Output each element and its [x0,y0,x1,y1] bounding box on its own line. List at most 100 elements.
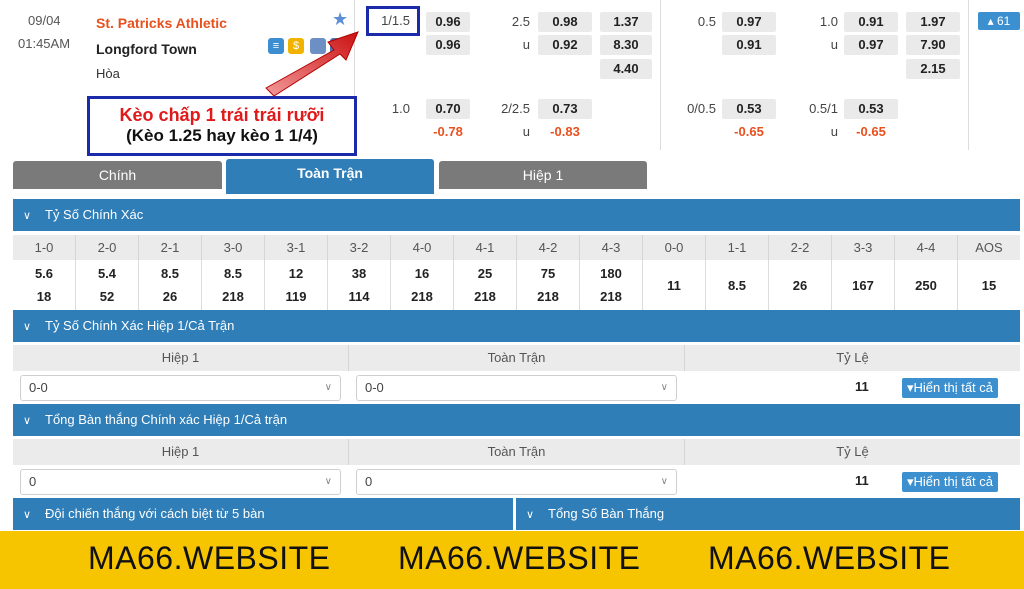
score-odd-top[interactable]: 180 [580,262,642,285]
h1-1x2-away[interactable]: 7.90 [906,35,960,55]
section-win-margin[interactable]: ∨ Đội chiến thắng với cách biệt từ 5 bàn [13,498,513,530]
score-cell[interactable]: 180 218 [580,260,643,310]
alt-ft-handicap-line: 1.0 [391,101,410,116]
score-odd-bottom[interactable]: 218 [517,285,579,308]
ft-1x2-away[interactable]: 8.30 [600,35,652,55]
draw-label: Hòa [96,66,120,81]
score-cell[interactable]: 15 [958,260,1020,310]
show-all-button[interactable]: ▾Hiển thị tất cả [902,472,999,492]
h1-handicap-away[interactable]: 0.91 [722,35,776,55]
alt-h1-ou-over[interactable]: 0.53 [844,99,898,119]
score-odd-bottom[interactable]: 218 [202,285,264,308]
more-markets-badge[interactable]: ▴ 61 [978,12,1020,30]
score-odd-bottom[interactable]: 26 [139,285,201,308]
half-time-goals-select[interactable]: 0 ∨ [20,469,341,495]
alt-h1-ou-under[interactable]: -0.65 [844,122,898,142]
score-odd-top[interactable]: 8.5 [139,262,201,285]
ft-ou-over[interactable]: 0.98 [538,12,592,32]
correct-score-values: 5.6 18 5.4 52 8.5 26 8.5 218 12 119 38 114 16 2… [13,260,1020,310]
score-cell[interactable]: 5.4 52 [76,260,139,310]
select-value: 0 [365,474,373,489]
half-time-score-select[interactable]: 0-0 ∨ [20,375,341,401]
h1-ou-over[interactable]: 0.91 [844,12,898,32]
score-odd-bottom[interactable]: 18 [13,285,75,308]
annotation-line-1: Kèo chấp 1 trái trái rưỡi [119,105,325,125]
score-cell[interactable]: 25 218 [454,260,517,310]
score-odd[interactable]: 8.5 [706,274,768,297]
ft-1x2-home[interactable]: 1.37 [600,12,652,32]
alt-ft-ou-over[interactable]: 0.73 [538,99,592,119]
score-odd-top[interactable]: 75 [517,262,579,285]
score-cell[interactable]: 167 [832,260,895,310]
score-odd-top[interactable]: 5.6 [13,262,75,285]
alt-ft-handicap-home[interactable]: 0.70 [426,99,470,119]
score-odd-top[interactable]: 12 [265,262,327,285]
alt-h1-handicap-away[interactable]: -0.65 [722,122,776,142]
alt-h1-handicap-home[interactable]: 0.53 [722,99,776,119]
h1-ou-under[interactable]: 0.97 [844,35,898,55]
score-cell[interactable]: 11 [643,260,706,310]
score-header: 0-0 [643,235,706,260]
score-odd-bottom[interactable]: 218 [391,285,453,308]
score-cell[interactable]: 26 [769,260,832,310]
section-total-goals[interactable]: ∨ Tổng Số Bàn Thắng [516,498,1020,530]
alt-ft-ou-u: u [522,124,530,139]
score-odd[interactable]: 15 [958,274,1020,297]
section-ht-ft-goals[interactable]: ∨ Tổng Bàn thắng Chính xác Hiệp 1/Cả trận [13,404,1020,436]
score-header: 3-3 [832,235,895,260]
column-header: Hiệp 1 [13,345,349,371]
section-correct-score[interactable]: ∨ Tỷ Số Chính Xác [13,199,1020,231]
score-odd-bottom[interactable]: 218 [580,285,642,308]
tab-hiep-1[interactable]: Hiệp 1 [439,161,647,189]
score-odd[interactable]: 11 [643,274,705,297]
score-odd-top[interactable]: 8.5 [202,262,264,285]
show-all-button[interactable]: ▾Hiển thị tất cả [902,378,999,398]
ft-ou-line: 2.5 [511,14,530,29]
alt-ft-ou-under[interactable]: -0.83 [538,122,592,142]
score-cell[interactable]: 8.5 [706,260,769,310]
score-odd-top[interactable]: 38 [328,262,390,285]
score-cell[interactable]: 8.5 218 [202,260,265,310]
home-team[interactable]: St. Patricks Athletic [96,15,227,31]
score-odd-bottom[interactable]: 119 [265,285,327,308]
ft-1x2-draw[interactable]: 4.40 [600,59,652,79]
tab-toan-tran[interactable]: Toàn Trận [226,159,434,194]
score-odd-top[interactable]: 25 [454,262,516,285]
correct-score-header: 1-0 2-0 2-1 3-0 3-1 3-2 4-0 4-1 4-2 4-3 … [13,235,1020,260]
score-odd-top[interactable]: 5.4 [76,262,138,285]
full-time-goals-select[interactable]: 0 ∨ [356,469,677,495]
h1-handicap-home[interactable]: 0.97 [722,12,776,32]
away-team[interactable]: Longford Town [96,41,197,57]
match-date: 09/04 [28,13,61,28]
score-header: AOS [975,240,1003,255]
section-ht-ft-score[interactable]: ∨ Tỷ Số Chính Xác Hiệp 1/Cả Trận [13,310,1020,342]
h1-1x2-draw[interactable]: 2.15 [906,59,960,79]
score-cell[interactable]: 38 114 [328,260,391,310]
score-cell[interactable]: 75 218 [517,260,580,310]
score-odd[interactable]: 250 [895,274,957,297]
full-time-score-select[interactable]: 0-0 ∨ [356,375,677,401]
alt-ft-handicap-away[interactable]: -0.78 [426,122,470,142]
rate-value[interactable]: 11 [855,473,869,488]
score-cell[interactable]: 12 119 [265,260,328,310]
score-cell[interactable]: 8.5 26 [139,260,202,310]
score-cell[interactable]: 5.6 18 [13,260,76,310]
rate-value[interactable]: 11 [855,379,869,394]
score-odd-top[interactable]: 16 [391,262,453,285]
score-header: 4-0 [391,235,454,260]
score-odd-bottom[interactable]: 52 [76,285,138,308]
score-cell[interactable]: 16 218 [391,260,454,310]
score-odd-bottom[interactable]: 114 [328,285,390,308]
score-cell[interactable]: 250 [895,260,958,310]
alt-h1-ou-line: 0.5/1 [809,101,838,116]
ft-handicap-home[interactable]: 0.96 [426,12,470,32]
ft-ou-under[interactable]: 0.92 [538,35,592,55]
favorite-star-icon[interactable]: ★ [332,9,348,30]
ft-handicap-away[interactable]: 0.96 [426,35,470,55]
score-odd[interactable]: 26 [769,274,831,297]
score-odd[interactable]: 167 [832,274,894,297]
h1-1x2-home[interactable]: 1.97 [906,12,960,32]
score-odd-bottom[interactable]: 218 [454,285,516,308]
tab-chinh[interactable]: Chính [13,161,222,189]
score-header: 4-1 [454,235,517,260]
